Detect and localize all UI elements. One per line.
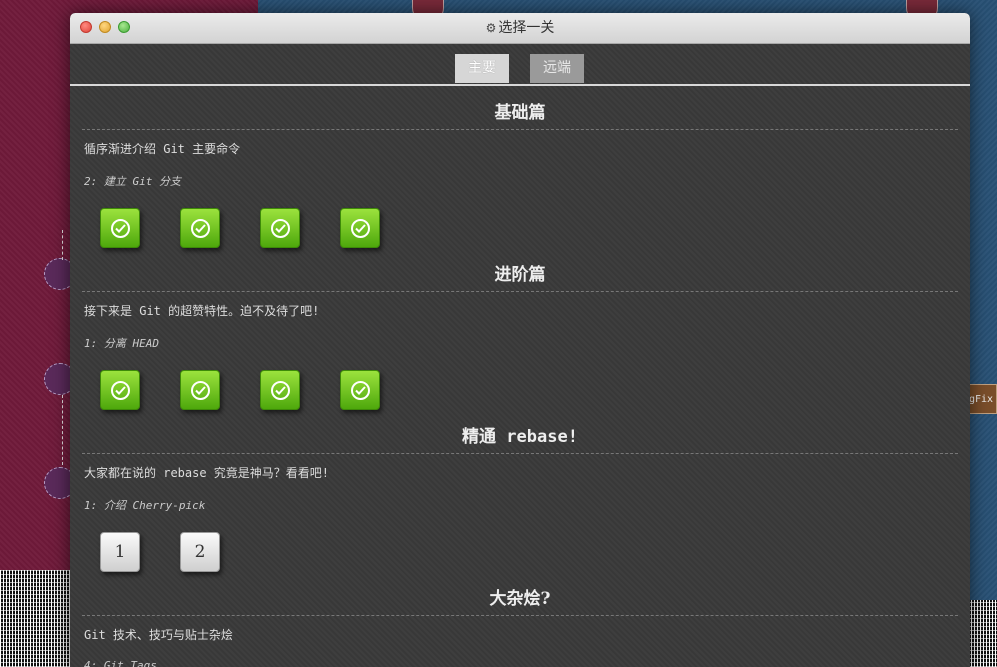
check-icon: [270, 218, 290, 238]
check-icon: [190, 218, 210, 238]
section-title: 精通 rebase!: [82, 410, 958, 454]
level-list: 基础篇 循序渐进介绍 Git 主要命令 2: 建立 Git 分支 进阶篇 接下来…: [70, 86, 970, 667]
check-icon: [190, 380, 210, 400]
level-button-completed[interactable]: [100, 208, 140, 248]
tab-bar: 主要 远端: [70, 44, 970, 86]
level-button[interactable]: 1: [100, 532, 140, 572]
level-button-completed[interactable]: [260, 208, 300, 248]
window-titlebar[interactable]: ⚙ 选择一关: [70, 13, 970, 44]
section-current-level: 1: 介绍 Cherry-pick: [84, 499, 206, 512]
window-title-text: 选择一关: [498, 20, 555, 36]
tab-remote[interactable]: 远端: [530, 54, 584, 83]
background-branch-tag: gFix: [966, 384, 997, 414]
section-current-level: 4: Git Tags: [84, 659, 157, 667]
level-button-completed[interactable]: [260, 370, 300, 410]
section-title: 进阶篇: [82, 248, 958, 292]
level-button-completed[interactable]: [340, 208, 380, 248]
gear-icon: ⚙: [485, 21, 497, 35]
section-current-level: 2: 建立 Git 分支: [84, 175, 181, 188]
background-branch-line: [62, 230, 63, 260]
section-description: 接下来是 Git 的超赞特性。迫不及待了吧!: [84, 304, 320, 318]
level-buttons: 1 2: [82, 513, 958, 572]
check-icon: [350, 380, 370, 400]
level-buttons: [82, 189, 958, 248]
level-button-completed[interactable]: [180, 208, 220, 248]
tab-main[interactable]: 主要: [455, 54, 509, 83]
section-description: Git 技术、技巧与贴士杂烩: [84, 628, 233, 642]
section-title: 基础篇: [82, 86, 958, 130]
background-noise: [968, 600, 997, 667]
section-title: 大杂烩?: [82, 572, 958, 616]
background-noise: [0, 570, 80, 667]
level-button[interactable]: 2: [180, 532, 220, 572]
check-icon: [270, 380, 290, 400]
background-branch-line: [62, 395, 63, 465]
check-icon: [110, 218, 130, 238]
window-title: ⚙ 选择一关: [70, 13, 970, 43]
level-button-completed[interactable]: [180, 370, 220, 410]
level-button-completed[interactable]: [340, 370, 380, 410]
section-current-level: 1: 分离 HEAD: [84, 337, 159, 350]
section-description: 大家都在说的 rebase 究竟是神马？看看吧!: [84, 466, 330, 480]
check-icon: [110, 380, 130, 400]
level-select-window: ⚙ 选择一关 主要 远端 基础篇 循序渐进介绍 Git 主要命令 2: 建立 Gi…: [70, 13, 970, 667]
level-buttons: [82, 351, 958, 410]
level-button-completed[interactable]: [100, 370, 140, 410]
check-icon: [350, 218, 370, 238]
section-description: 循序渐进介绍 Git 主要命令: [84, 142, 241, 156]
